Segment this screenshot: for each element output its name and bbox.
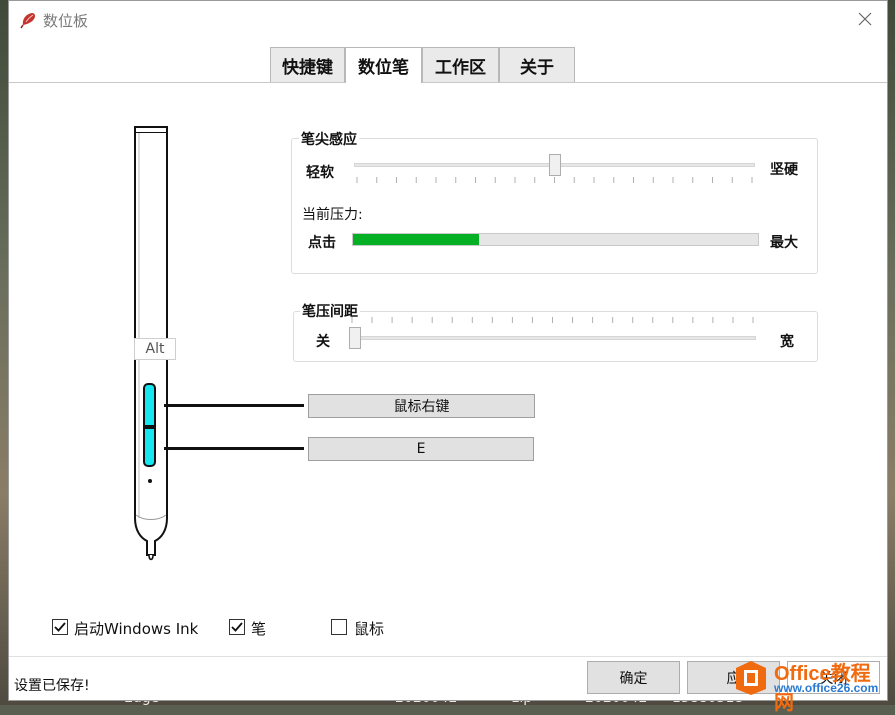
pressure-max-label: 最大 <box>770 235 798 251</box>
current-pressure-label: 当前压力: <box>302 207 363 223</box>
soft-label: 轻软 <box>306 165 334 181</box>
tab-pen[interactable]: 数位笔 <box>345 47 422 83</box>
tip-feel-slider[interactable] <box>548 154 561 176</box>
pen-lower-button[interactable] <box>143 427 156 467</box>
pen-upper-button[interactable] <box>143 383 156 427</box>
tablet-settings-window: 数位板 快捷键 数位笔 工作区 关于 Alt 鼠标右键 E 笔尖感应 轻软 坚硬… <box>8 0 888 701</box>
alt-label: Alt <box>134 338 176 360</box>
app-icon <box>20 13 36 29</box>
off-label: 关 <box>316 334 330 350</box>
windows-ink-label: 启动Windows Ink <box>74 620 199 638</box>
pen-dot <box>148 479 152 483</box>
pressure-spacing-ticks <box>351 317 754 323</box>
tab-about[interactable]: 关于 <box>499 47 575 82</box>
lower-button-function[interactable]: E <box>308 437 534 461</box>
ok-button[interactable]: 确定 <box>587 661 680 694</box>
upper-button-lead-line <box>164 404 304 407</box>
pressure-meter <box>352 233 759 246</box>
tab-work-area[interactable]: 工作区 <box>422 47 499 82</box>
window-title: 数位板 <box>43 12 89 30</box>
tip-feel-ticks <box>356 177 753 183</box>
tip-feel-title: 笔尖感应 <box>299 129 359 149</box>
watermark-logo: Office教程网 www.office26.com <box>730 655 890 714</box>
pen-mode-label: 笔 <box>251 620 267 638</box>
watermark-url: www.office26.com <box>774 681 879 695</box>
mouse-mode-label: 鼠标 <box>354 620 385 638</box>
upper-button-function[interactable]: 鼠标右键 <box>308 394 535 418</box>
close-icon[interactable] <box>855 9 875 29</box>
firm-label: 坚硬 <box>770 162 798 178</box>
status-text: 设置已保存! <box>14 678 90 694</box>
pen-checkbox[interactable] <box>229 619 245 635</box>
pressure-meter-fill <box>353 234 479 245</box>
windows-ink-checkbox[interactable] <box>52 619 68 635</box>
pressure-spacing-track <box>349 336 756 340</box>
lower-button-lead-line <box>164 447 304 450</box>
pressure-spacing-slider[interactable] <box>349 327 361 349</box>
tab-shortcuts[interactable]: 快捷键 <box>270 47 345 82</box>
tab-divider <box>9 82 887 83</box>
pressure-min-label: 点击 <box>308 235 336 251</box>
office-logo-icon <box>736 661 766 695</box>
wide-label: 宽 <box>780 334 794 350</box>
title-bar: 数位板 <box>9 1 887 39</box>
mouse-checkbox[interactable] <box>331 619 347 635</box>
